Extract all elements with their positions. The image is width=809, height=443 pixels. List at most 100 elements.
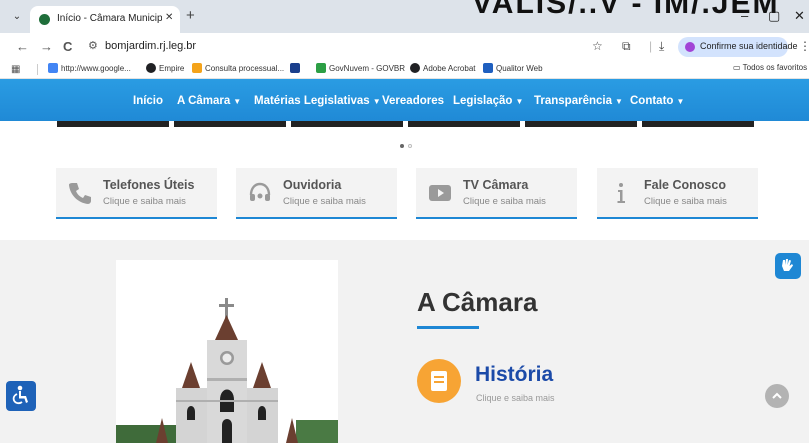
card-ouvidoria[interactable]: Ouvidoria Clique e saiba mais	[236, 168, 397, 219]
nav-label: Legislação	[453, 95, 513, 107]
new-tab-button[interactable]: +	[186, 8, 195, 23]
title-underline	[417, 326, 479, 329]
bookmark-google[interactable]: http://www.google...	[48, 63, 131, 73]
camara-section: A Câmara História Clique e saiba mais	[0, 240, 809, 443]
card-tv-camara[interactable]: TV Câmara Clique e saiba mais	[416, 168, 577, 219]
slider-dot-active[interactable]	[400, 144, 404, 148]
nav-label: Transparência	[534, 95, 612, 107]
nav-label: A Câmara	[177, 95, 231, 107]
browser-menu-icon[interactable]: ⋮	[799, 39, 809, 53]
reload-button[interactable]: C	[63, 39, 72, 54]
card-subtitle: Clique e saiba mais	[463, 196, 546, 207]
nav-item-legislacao[interactable]: Legislação ▼	[453, 95, 523, 107]
confirm-identity-button[interactable]: Confirme sua identidade	[678, 37, 798, 57]
card-subtitle: Clique e saiba mais	[103, 196, 186, 207]
card-title: Ouvidoria	[283, 178, 342, 192]
bookmark-star-icon[interactable]: ☆	[592, 39, 603, 53]
site-main-nav: Início A Câmara ▼ Matérias Legislativas ▼ …	[0, 79, 809, 127]
nav-item-vereadores[interactable]: Vereadores	[382, 95, 447, 107]
qualitor-icon	[483, 63, 493, 73]
quick-links: Telefones Úteis Clique e saiba mais Ouvi…	[0, 168, 809, 220]
browser-tab-bar: ⌄ Início - Câmara Municipal de B ✕ + VAL…	[0, 0, 809, 33]
tab-search-chevron-icon[interactable]: ⌄	[9, 9, 25, 25]
headset-icon	[249, 182, 271, 201]
bookmark-empire[interactable]: Empire	[146, 63, 184, 73]
card-fale-conosco[interactable]: Fale Conosco Clique e saiba mais	[597, 168, 758, 219]
slide-thumbnail[interactable]	[174, 121, 286, 127]
nav-item-transparencia[interactable]: Transparência ▼	[534, 95, 623, 107]
tab-title: Início - Câmara Municipal de B	[57, 13, 162, 24]
portal-icon	[290, 63, 300, 73]
phone-icon	[69, 183, 91, 204]
historia-subtitle: Clique e saiba mais	[476, 393, 555, 403]
nav-label: Vereadores	[382, 95, 445, 107]
historia-link[interactable]: História	[475, 363, 553, 387]
folder-icon: ▭	[733, 63, 743, 72]
nav-item-contato[interactable]: Contato ▼	[630, 95, 684, 107]
accessibility-button[interactable]	[6, 381, 36, 411]
globe-icon	[410, 63, 420, 73]
sign-language-button[interactable]	[775, 253, 801, 279]
chevron-down-icon: ▼	[676, 97, 685, 106]
chevron-down-icon: ▼	[515, 97, 524, 106]
nav-item-inicio[interactable]: Início	[133, 95, 166, 107]
extensions-icon[interactable]: ⧉	[622, 39, 631, 54]
site-favicon-icon	[39, 14, 50, 25]
card-title: TV Câmara	[463, 178, 529, 192]
chevron-down-icon: ▼	[233, 97, 242, 106]
toolbar-divider: |	[649, 39, 653, 53]
bookmark-portal[interactable]	[290, 63, 303, 73]
browser-tab[interactable]: Início - Câmara Municipal de B ✕	[30, 6, 180, 33]
tab-close-icon[interactable]: ✕	[165, 12, 173, 23]
globe-icon	[146, 63, 156, 73]
back-button[interactable]: ←	[16, 39, 29, 54]
bookmark-qualitor[interactable]: Qualitor Web	[483, 63, 543, 73]
confirm-identity-label: Confirme sua identidade	[700, 41, 798, 51]
forward-button[interactable]: →	[40, 39, 53, 54]
card-title: Telefones Úteis	[103, 178, 195, 192]
bookmarks-divider	[37, 64, 38, 75]
bookmark-adobe[interactable]: Adobe Acrobat	[410, 63, 475, 73]
book-glyph	[431, 371, 447, 391]
card-telefones-uteis[interactable]: Telefones Úteis Clique e saiba mais	[56, 168, 217, 219]
nav-item-materias[interactable]: Matérias Legislativas ▼	[254, 95, 381, 107]
slide-thumbnail[interactable]	[57, 121, 169, 127]
bookmark-label: Qualitor Web	[496, 64, 543, 73]
nav-label: Contato	[630, 95, 674, 107]
slide-thumbnail[interactable]	[408, 121, 520, 127]
all-bookmarks-folder[interactable]: ▭ Todos os favoritos	[733, 63, 807, 72]
scroll-to-top-button[interactable]	[765, 384, 789, 408]
info-icon	[617, 183, 625, 203]
hands-icon	[782, 259, 793, 271]
govnuvem-icon	[316, 63, 326, 73]
bookmark-label: http://www.google...	[61, 64, 131, 73]
bookmark-label: Adobe Acrobat	[423, 64, 476, 73]
bookmark-label: Empire	[159, 64, 185, 73]
apps-grid-icon[interactable]: ▦	[11, 64, 20, 75]
book-icon[interactable]	[417, 359, 461, 403]
minimize-button[interactable]: –	[741, 8, 748, 23]
download-icon[interactable]: ⤓	[659, 39, 664, 54]
play-icon	[429, 185, 451, 201]
nav-label: Matérias Legislativas	[254, 95, 370, 107]
bookmark-consulta[interactable]: Consulta processual...	[192, 63, 284, 73]
site-info-icon[interactable]: ⚙	[88, 39, 98, 52]
bookmark-label: GovNuvem - GOVBR	[329, 64, 406, 73]
nav-item-a-camara[interactable]: A Câmara ▼	[177, 95, 241, 107]
url-field[interactable]: bomjardim.rj.leg.br	[105, 40, 196, 52]
consulta-icon	[192, 63, 202, 73]
card-title: Fale Conosco	[644, 178, 726, 192]
nav-links: Início A Câmara ▼ Matérias Legislativas ▼ …	[0, 79, 809, 121]
address-bar: ← → C ⚙ bomjardim.rj.leg.br ☆ ⧉ | ⤓ Conf…	[0, 33, 809, 61]
slider-dot[interactable]	[408, 144, 412, 148]
close-window-button[interactable]: ✕	[794, 8, 805, 24]
chevron-down-icon: ▼	[614, 97, 623, 106]
bookmark-govnuvem[interactable]: GovNuvem - GOVBR	[316, 63, 405, 73]
slide-thumbnail[interactable]	[291, 121, 403, 127]
slide-thumbnail[interactable]	[642, 121, 754, 127]
restore-button[interactable]: ▢	[768, 8, 780, 24]
nav-label: Início	[133, 95, 164, 107]
overlay-banner-text: VALIS/..V - IM/.JEM	[472, 0, 780, 20]
slide-thumbnail[interactable]	[525, 121, 637, 127]
card-subtitle: Clique e saiba mais	[283, 196, 366, 207]
